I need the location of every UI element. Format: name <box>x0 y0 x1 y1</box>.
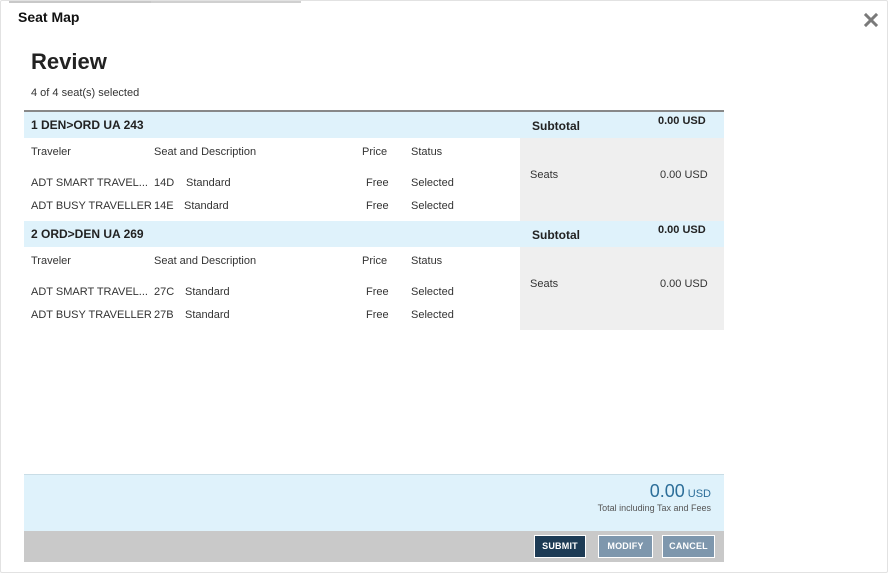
column-header-traveler: Traveler <box>31 255 71 267</box>
seat-summary-panel: Seats 0.00 USD <box>520 138 724 221</box>
modify-button[interactable]: MODIFY <box>598 535 653 558</box>
seat-map-dialog: Seat Map Review 4 of 4 seat(s) selected … <box>0 0 888 573</box>
seat-description: Standard <box>186 177 231 189</box>
column-header-price: Price <box>362 255 388 267</box>
seat-price: Free <box>366 177 389 189</box>
seat-description: Standard <box>185 286 230 298</box>
column-header-traveler: Traveler <box>31 146 71 158</box>
traveler-name: ADT SMART TRAVEL... <box>31 286 148 298</box>
column-header-seat: Seat and Description <box>154 146 257 158</box>
traveler-name: ADT SMART TRAVEL... <box>31 177 148 189</box>
dialog-title: Seat Map <box>18 9 80 25</box>
tab-indicator-active <box>9 1 151 3</box>
subtotal-label: Subtotal <box>532 119 580 133</box>
segment-header: 1 DEN>ORD UA 243 Subtotal 0.00 USD <box>24 112 724 138</box>
total-caption: Total including Tax and Fees <box>597 503 711 513</box>
seat-price: Free <box>366 309 389 321</box>
seats-label: Seats <box>530 169 559 181</box>
seat-status: Selected <box>411 309 454 321</box>
seat-number: 14D <box>154 177 175 189</box>
seat-number: 27B <box>154 309 174 321</box>
traveler-name: ADT BUSY TRAVELLER <box>31 309 152 321</box>
tab-strip <box>9 1 301 3</box>
seat-summary-panel: Seats 0.00 USD <box>520 247 724 330</box>
seat-price: Free <box>366 286 389 298</box>
segment-title: 1 DEN>ORD UA 243 <box>31 118 144 132</box>
subtotal-value: 0.00 USD <box>658 115 706 127</box>
column-header-status: Status <box>411 255 443 267</box>
column-header-price: Price <box>362 146 388 158</box>
seat-description: Standard <box>184 200 229 212</box>
submit-button[interactable]: SUBMIT <box>534 535 586 558</box>
cancel-button[interactable]: CANCEL <box>662 535 715 558</box>
segment-header: 2 ORD>DEN UA 269 Subtotal 0.00 USD <box>24 221 724 247</box>
close-icon[interactable] <box>863 12 879 28</box>
traveler-name: ADT BUSY TRAVELLER <box>31 200 152 212</box>
segment-title: 2 ORD>DEN UA 269 <box>31 227 144 241</box>
subtotal-value: 0.00 USD <box>658 224 706 236</box>
seat-description: Standard <box>185 309 230 321</box>
action-bar: SUBMIT MODIFY CANCEL <box>24 531 724 562</box>
total-amount-value: 0.00 <box>649 481 685 501</box>
total-amount: 0.00 USD <box>650 481 711 502</box>
seats-value: 0.00 USD <box>660 278 708 290</box>
seat-status: Selected <box>411 286 454 298</box>
segment-body: Traveler Seat and Description Price Stat… <box>24 138 724 221</box>
seats-label: Seats <box>530 278 559 290</box>
selection-status: 4 of 4 seat(s) selected <box>31 87 140 99</box>
seat-status: Selected <box>411 200 454 212</box>
subtotal-label: Subtotal <box>532 228 580 242</box>
review-content: 1 DEN>ORD UA 243 Subtotal 0.00 USD Trave… <box>24 110 724 474</box>
segment-body: Traveler Seat and Description Price Stat… <box>24 247 724 330</box>
page-title: Review <box>31 49 107 74</box>
total-currency: USD <box>687 488 711 500</box>
seat-number: 14E <box>154 200 174 212</box>
total-panel: 0.00 USD Total including Tax and Fees <box>24 474 724 532</box>
seat-price: Free <box>366 200 389 212</box>
seat-status: Selected <box>411 177 454 189</box>
seat-number: 27C <box>154 286 175 298</box>
column-header-seat: Seat and Description <box>154 255 257 267</box>
column-header-status: Status <box>411 146 443 158</box>
seats-value: 0.00 USD <box>660 169 708 181</box>
